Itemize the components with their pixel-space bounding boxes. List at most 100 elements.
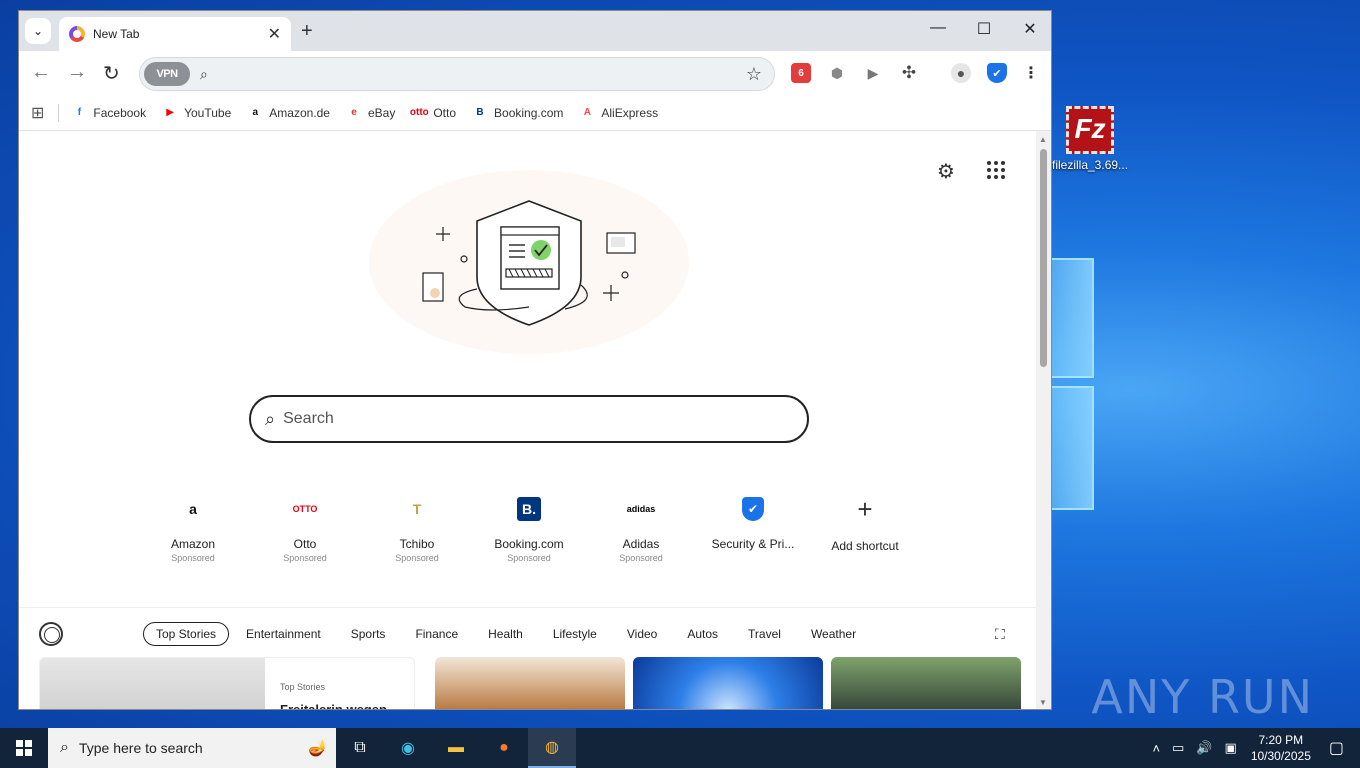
- minimize-button[interactable]: —: [915, 19, 961, 37]
- shortcut-otto[interactable]: OTTO Otto Sponsored: [249, 485, 361, 563]
- reload-button[interactable]: ↻: [103, 61, 120, 86]
- shortcut-add-shortcut[interactable]: + Add shortcut: [809, 485, 921, 563]
- tab-search-dropdown[interactable]: ⌄: [25, 18, 51, 44]
- tab-new-tab[interactable]: New Tab ✕: [59, 17, 291, 51]
- shortcut-tchibo[interactable]: T Tchibo Sponsored: [361, 485, 473, 563]
- vpn-button[interactable]: VPN: [144, 62, 190, 86]
- network-icon[interactable]: ▭: [1172, 740, 1184, 756]
- apps-launcher-icon[interactable]: [987, 161, 1005, 179]
- feed-tab-top-stories[interactable]: Top Stories: [143, 622, 230, 646]
- news-image: [40, 658, 265, 709]
- display-icon[interactable]: ▣: [1225, 740, 1237, 756]
- notifications-icon[interactable]: ▢: [1329, 738, 1344, 758]
- apps-grid-icon[interactable]: ⊞: [31, 103, 44, 123]
- ebay-icon: e: [351, 107, 357, 118]
- feed-tab-autos[interactable]: Autos: [674, 622, 731, 646]
- shortcut-booking-com[interactable]: B. Booking.com Sponsored: [473, 485, 585, 563]
- msn-logo-icon[interactable]: [39, 622, 63, 646]
- shield-extension-icon[interactable]: ⬢: [827, 63, 847, 83]
- bookmark-star-icon[interactable]: ☆: [746, 64, 762, 85]
- shortcut-icon: adidas: [626, 504, 656, 514]
- otto-icon: otto: [409, 107, 429, 118]
- youtube-icon: ▶: [166, 107, 174, 118]
- taskbar: ⌕ Type here to search 🪔 ⧉ ◉ ▬ ● ◍ ˄ ▭ 🔊 …: [0, 728, 1360, 768]
- close-window-button[interactable]: ✕: [1007, 19, 1051, 39]
- adblock-extension-icon[interactable]: 6: [791, 63, 811, 83]
- bookmark-booking-com[interactable]: B Booking.com: [472, 105, 563, 121]
- filezilla-desktop-icon[interactable]: Fz filezilla_3.69...: [1052, 106, 1128, 172]
- clock-date: 10/30/2025: [1250, 749, 1311, 763]
- scrollbar-thumb[interactable]: [1040, 149, 1047, 367]
- feed-tab-finance[interactable]: Finance: [402, 622, 471, 646]
- forward-button[interactable]: →: [67, 61, 87, 84]
- bookmarks-separator: [58, 103, 60, 122]
- bookmark-label: Facebook: [93, 105, 147, 120]
- bookmark-otto[interactable]: otto Otto: [409, 105, 456, 121]
- tab-title: New Tab: [93, 27, 140, 41]
- bookmark-amazon-de[interactable]: a Amazon.de: [247, 105, 329, 121]
- bookmark-youtube[interactable]: ▶ YouTube: [162, 105, 231, 121]
- new-tab-button[interactable]: +: [301, 20, 313, 43]
- search-icon: ⌕: [265, 408, 276, 429]
- news-card-shoes[interactable]: [435, 657, 625, 709]
- maximize-button[interactable]: ☐: [961, 19, 1007, 39]
- security-shield-icon[interactable]: ✔: [987, 63, 1007, 83]
- scroll-up-arrow[interactable]: ▲: [1039, 135, 1047, 144]
- news-card-top-story[interactable]: Top Stories Freitalerin wegen: [39, 657, 415, 709]
- toolbar: ← → ↻ VPN ⌕ ☆ 6 ⬢ ▶ ✣ ● ✔ ⋮: [19, 51, 1051, 95]
- expand-feed-icon[interactable]: ⛶: [995, 626, 1005, 643]
- chevron-up-icon[interactable]: ˄: [1152, 741, 1160, 756]
- feed-tab-sports[interactable]: Sports: [338, 622, 399, 646]
- feed-tab-health[interactable]: Health: [475, 622, 536, 646]
- booking-icon: B: [476, 107, 484, 118]
- close-tab-icon[interactable]: ✕: [268, 24, 281, 44]
- feed-tab-travel[interactable]: Travel: [735, 622, 794, 646]
- shortcut-amazon[interactable]: a Amazon Sponsored: [137, 485, 249, 563]
- bookmark-aliexpress[interactable]: A AliExpress: [579, 105, 658, 121]
- feed-tab-entertainment[interactable]: Entertainment: [233, 622, 334, 646]
- profile-avatar-icon[interactable]: ●: [951, 63, 971, 83]
- page-scrollbar[interactable]: ▲ ▼: [1036, 131, 1051, 709]
- title-bar: ⌄ New Tab ✕ + — ☐ ✕: [19, 11, 1051, 51]
- shortcut-icon: OTTO: [292, 504, 318, 514]
- taskbar-search-placeholder: Type here to search: [78, 740, 203, 756]
- desktop-left-icons: [0, 0, 18, 728]
- gear-icon[interactable]: ⚙: [937, 159, 955, 184]
- edge-icon: ◉: [401, 740, 415, 757]
- shortcut-name: Tchibo: [399, 537, 435, 551]
- edge-taskbar-button[interactable]: ◉: [384, 728, 432, 768]
- feed-tab-video[interactable]: Video: [614, 622, 670, 646]
- bookmark-label: YouTube: [184, 105, 232, 120]
- volume-icon[interactable]: 🔊: [1196, 740, 1212, 756]
- main-search-input[interactable]: [283, 410, 764, 428]
- shortcut-security-pri[interactable]: ✔ Security & Pri...: [697, 485, 809, 563]
- menu-kebab-icon[interactable]: ⋮: [1021, 63, 1041, 83]
- browser-taskbar-button[interactable]: ◍: [528, 728, 576, 768]
- video-extension-icon[interactable]: ▶: [863, 63, 883, 83]
- bookmark-label: AliExpress: [601, 105, 659, 120]
- taskbar-search[interactable]: ⌕ Type here to search 🪔: [48, 728, 336, 768]
- omnibox-input[interactable]: [207, 58, 746, 90]
- scroll-down-arrow[interactable]: ▼: [1039, 698, 1047, 707]
- extensions-puzzle-icon[interactable]: ✣: [899, 63, 919, 83]
- news-card-police[interactable]: [633, 657, 823, 709]
- bookmark-ebay[interactable]: e eBay: [346, 105, 395, 121]
- browser-window: ⌄ New Tab ✕ + — ☐ ✕ ← → ↻ VPN ⌕ ☆ 6 ⬢ ▶ …: [18, 10, 1052, 710]
- news-card-solar[interactable]: [831, 657, 1021, 709]
- clock[interactable]: 7:20 PM 10/30/2025: [1251, 732, 1311, 764]
- shortcut-icon: T: [412, 501, 422, 517]
- task-view-button[interactable]: ⧉: [336, 728, 384, 768]
- firefox-taskbar-button[interactable]: ●: [480, 728, 528, 768]
- back-button[interactable]: ←: [31, 61, 51, 84]
- bookmarks-bar: ⊞ f Facebook ▶ YouTube a Amazon.de e eBay otto Ot…: [19, 95, 1051, 131]
- main-search-box[interactable]: ⌕: [249, 395, 809, 443]
- start-button[interactable]: [0, 728, 48, 768]
- shortcut-adidas[interactable]: adidas Adidas Sponsored: [585, 485, 697, 563]
- feed-tab-lifestyle[interactable]: Lifestyle: [540, 622, 610, 646]
- bookmark-facebook[interactable]: f Facebook: [71, 105, 146, 121]
- file-explorer-taskbar-button[interactable]: ▬: [432, 728, 480, 768]
- folder-icon: ▬: [448, 739, 464, 756]
- shortcut-sponsored-label: Sponsored: [619, 553, 663, 563]
- browser-logo-icon: ◍: [545, 739, 559, 756]
- feed-tab-weather[interactable]: Weather: [798, 622, 869, 646]
